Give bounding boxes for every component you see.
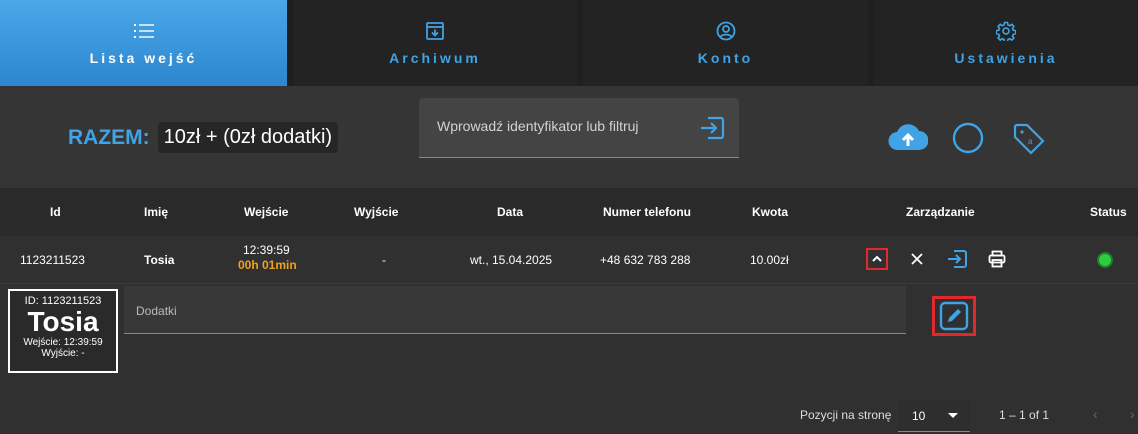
col-manage: Zarządzanie (906, 205, 975, 219)
chevron-down-icon (948, 413, 958, 418)
per-page-label: Pozycji na stronę (800, 408, 892, 422)
cell-entry-time: 12:39:59 (243, 243, 290, 257)
col-amount[interactable]: Kwota (752, 205, 788, 219)
list-icon (133, 20, 155, 42)
svg-text:a: a (1028, 137, 1033, 146)
tab-konto[interactable]: Konto (583, 0, 868, 86)
tab-label: Lista wejść (89, 50, 198, 66)
checkout-button[interactable] (946, 248, 968, 270)
per-page-value: 10 (912, 409, 926, 423)
ticket-card: ID: 1123211523 Tosia Wejście: 12:39:59 W… (8, 289, 118, 373)
print-button[interactable] (986, 248, 1008, 270)
collapse-button[interactable] (866, 248, 888, 270)
cloud-upload-icon[interactable] (888, 122, 929, 157)
close-icon (911, 253, 923, 265)
table-header: Id Imię Wejście Wyjście Data Numer telef… (0, 188, 1138, 236)
tab-label: Ustawienia (954, 50, 1058, 66)
cell-exit: - (382, 253, 386, 267)
total-label: RAZEM: (68, 125, 150, 149)
search-input[interactable] (437, 118, 687, 134)
chevron-up-icon (872, 255, 882, 262)
col-exit[interactable]: Wyjście (354, 205, 398, 219)
main-nav: Lista wejść Archiwum Konto Ustawienia (0, 0, 1138, 86)
tab-label: Konto (697, 50, 754, 66)
search-field (419, 98, 739, 158)
circle-icon[interactable] (952, 122, 984, 159)
ticket-entry: Wejście: 12:39:59 (23, 337, 103, 348)
total-summary: RAZEM: 10zł + (0zł dodatki) (68, 122, 339, 153)
cell-amount: 10.00zł (750, 253, 789, 267)
col-phone[interactable]: Numer telefonu (603, 205, 691, 219)
edit-button[interactable] (932, 296, 976, 336)
delete-button[interactable] (906, 248, 928, 270)
page-range: 1 – 1 of 1 (999, 408, 1050, 422)
ticket-name: Tosia (27, 306, 99, 337)
account-icon (715, 20, 737, 42)
pagination: Pozycji na stronę 10 1 – 1 of 1 ‹ › (0, 398, 1138, 434)
col-entry[interactable]: Wejście (244, 205, 288, 219)
summary-bar: RAZEM: 10zł + (0zł dodatki) a (0, 86, 1138, 188)
settings-icon (995, 20, 1017, 42)
col-name[interactable]: Imię (144, 205, 168, 219)
edit-icon (939, 301, 969, 331)
login-enter-icon[interactable] (699, 116, 725, 140)
tab-label: Archiwum (389, 50, 481, 66)
per-page-select[interactable]: 10 (898, 400, 970, 432)
col-status[interactable]: Status (1090, 205, 1127, 219)
cell-name: Tosia (144, 253, 175, 267)
printer-icon (988, 250, 1006, 268)
cell-date: wt., 15.04.2025 (470, 253, 553, 267)
login-enter-icon (948, 250, 967, 268)
cell-duration: 00h 01min (238, 258, 297, 272)
tab-lista-wejsc[interactable]: Lista wejść (0, 0, 287, 86)
total-value: 10zł + (0zł dodatki) (157, 122, 339, 153)
next-page-icon[interactable]: › (1130, 406, 1135, 422)
col-date[interactable]: Data (497, 205, 523, 219)
ticket-exit: Wyjście: - (41, 348, 85, 359)
tab-ustawienia[interactable]: Ustawienia (874, 0, 1138, 86)
row-detail: ID: 1123211523 Tosia Wejście: 12:39:59 W… (0, 284, 1138, 434)
archive-icon (424, 20, 446, 42)
addons-field (124, 286, 906, 334)
cell-id: 1123211523 (20, 253, 85, 267)
col-id[interactable]: Id (50, 205, 61, 219)
prev-page-icon[interactable]: ‹ (1093, 406, 1098, 422)
tab-archiwum[interactable]: Archiwum (293, 0, 577, 86)
tag-icon[interactable]: a (1012, 122, 1046, 161)
table-row[interactable]: 1123211523 Tosia 12:39:59 00h 01min - wt… (0, 236, 1138, 284)
cell-phone: +48 632 783 288 (600, 253, 691, 267)
status-indicator (1097, 252, 1113, 268)
addons-input[interactable] (136, 304, 836, 318)
